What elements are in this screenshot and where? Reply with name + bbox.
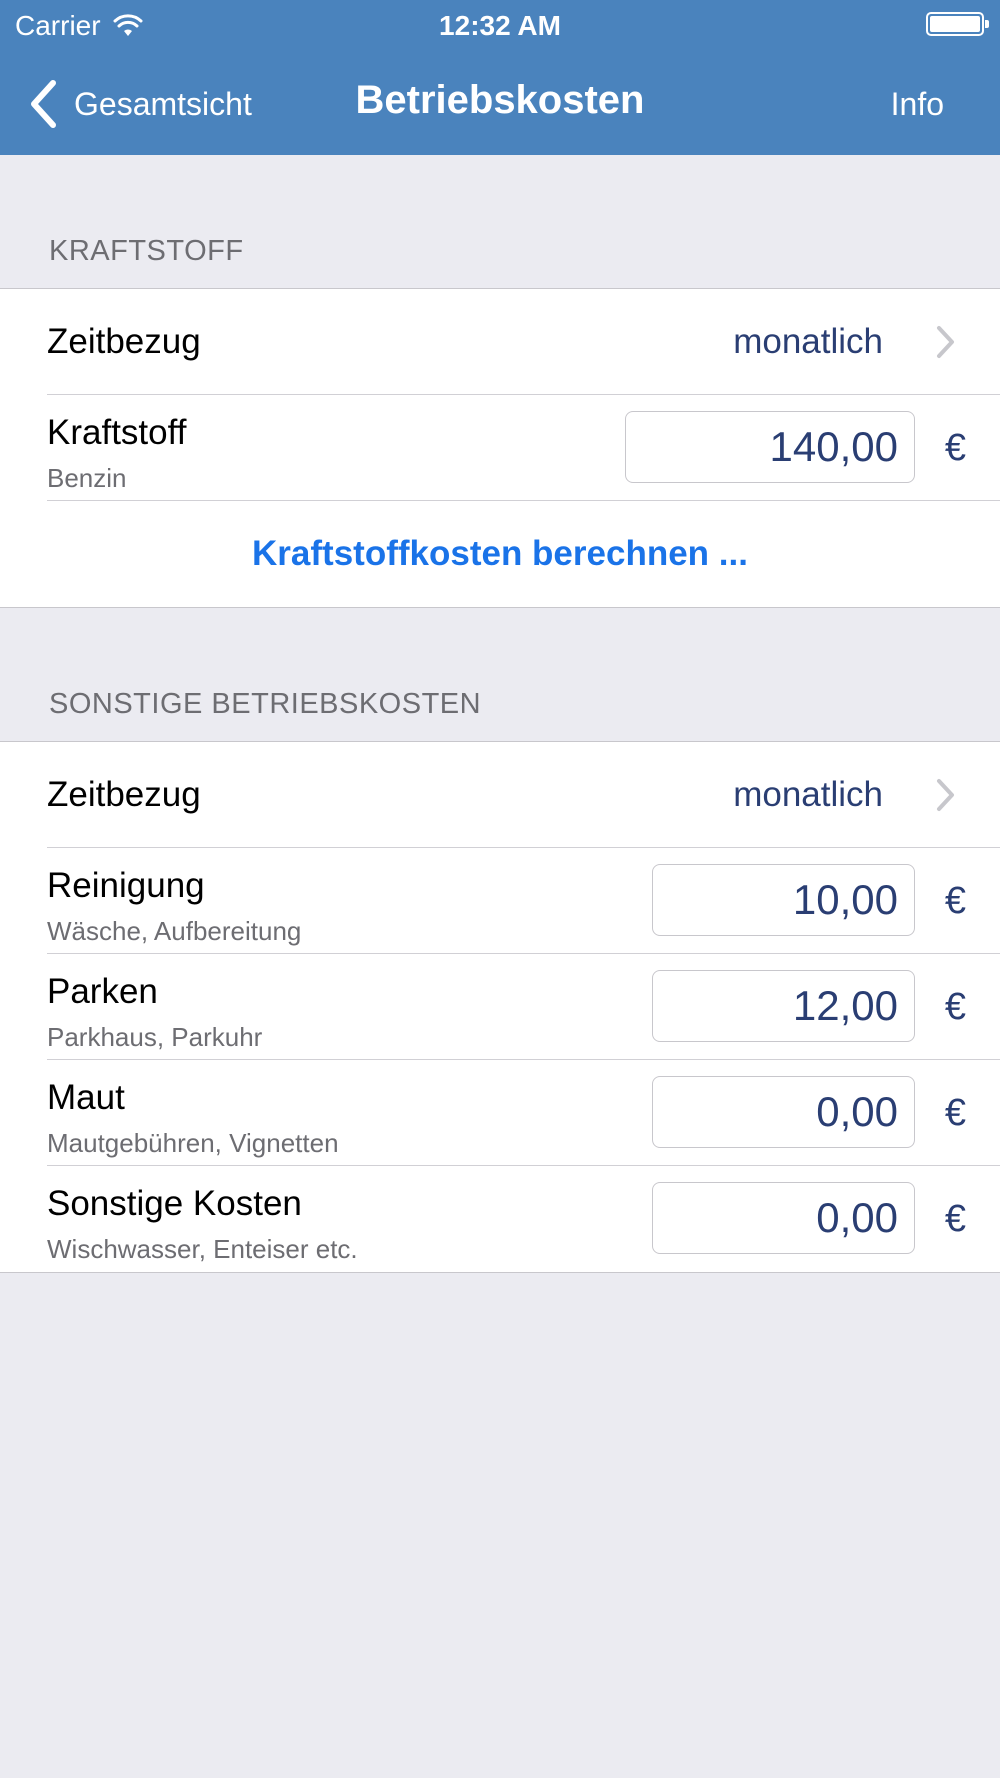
fuel-amount-input[interactable]: 140,00 bbox=[625, 411, 915, 483]
currency-symbol: € bbox=[944, 427, 966, 469]
battery-icon bbox=[926, 12, 989, 36]
currency-symbol: € bbox=[944, 1092, 966, 1134]
section-header-other: SONSTIGE BETRIEBSKOSTEN bbox=[49, 688, 482, 720]
fuel-cost-subtitle: Benzin bbox=[47, 463, 127, 493]
cost-subtitle: Parkhaus, Parkuhr bbox=[47, 1022, 263, 1052]
toll-amount-input[interactable]: 0,00 bbox=[652, 1076, 915, 1148]
cost-subtitle: Wäsche, Aufbereitung bbox=[47, 916, 302, 946]
fuel-cost-title: Kraftstoff bbox=[47, 413, 187, 452]
other-amount-input[interactable]: 0,00 bbox=[652, 1182, 915, 1254]
currency-symbol: € bbox=[944, 986, 966, 1028]
section-header-fuel: KRAFTSTOFF bbox=[49, 235, 244, 267]
cost-row-toll: Maut Mautgebühren, Vignetten 0,00 € bbox=[0, 1060, 1000, 1166]
other-period-value: monatlich bbox=[733, 775, 883, 814]
other-period-row[interactable]: Zeitbezug monatlich bbox=[0, 742, 1000, 848]
currency-symbol: € bbox=[944, 1198, 966, 1240]
cost-row-cleaning: Reinigung Wäsche, Aufbereitung 10,00 € bbox=[0, 848, 1000, 954]
navigation-bar: Carrier 12:32 AM Gesamtsicht Betriebskos… bbox=[0, 0, 1000, 155]
cleaning-amount-input[interactable]: 10,00 bbox=[652, 864, 915, 936]
cost-row-parking: Parken Parkhaus, Parkuhr 12,00 € bbox=[0, 954, 1000, 1060]
other-period-label: Zeitbezug bbox=[47, 775, 201, 814]
chevron-right-icon bbox=[937, 326, 954, 358]
status-time: 12:32 AM bbox=[439, 10, 561, 41]
page-title: Betriebskosten bbox=[355, 78, 645, 122]
calculate-fuel-costs-button[interactable]: Kraftstoffkosten berechnen ... bbox=[0, 501, 1000, 607]
other-costs-group: Zeitbezug monatlich Reinigung Wäsche, Au… bbox=[0, 741, 1000, 1273]
cost-subtitle: Wischwasser, Enteiser etc. bbox=[47, 1234, 358, 1264]
fuel-period-row[interactable]: Zeitbezug monatlich bbox=[0, 289, 1000, 395]
cost-title: Reinigung bbox=[47, 866, 205, 905]
parking-amount-input[interactable]: 12,00 bbox=[652, 970, 915, 1042]
fuel-group: Zeitbezug monatlich Kraftstoff Benzin 14… bbox=[0, 288, 1000, 608]
cost-title: Parken bbox=[47, 972, 158, 1011]
fuel-period-value: monatlich bbox=[733, 322, 883, 361]
currency-symbol: € bbox=[944, 880, 966, 922]
fuel-period-label: Zeitbezug bbox=[47, 322, 201, 361]
fuel-cost-row: Kraftstoff Benzin 140,00 € bbox=[0, 395, 1000, 501]
info-button[interactable]: Info bbox=[891, 86, 944, 123]
screen: Carrier 12:32 AM Gesamtsicht Betriebskos… bbox=[0, 0, 1000, 1778]
cost-title: Maut bbox=[47, 1078, 125, 1117]
chevron-right-icon bbox=[937, 779, 954, 811]
cost-row-other: Sonstige Kosten Wischwasser, Enteiser et… bbox=[0, 1166, 1000, 1272]
cost-title: Sonstige Kosten bbox=[47, 1184, 302, 1223]
cost-subtitle: Mautgebühren, Vignetten bbox=[47, 1128, 339, 1158]
